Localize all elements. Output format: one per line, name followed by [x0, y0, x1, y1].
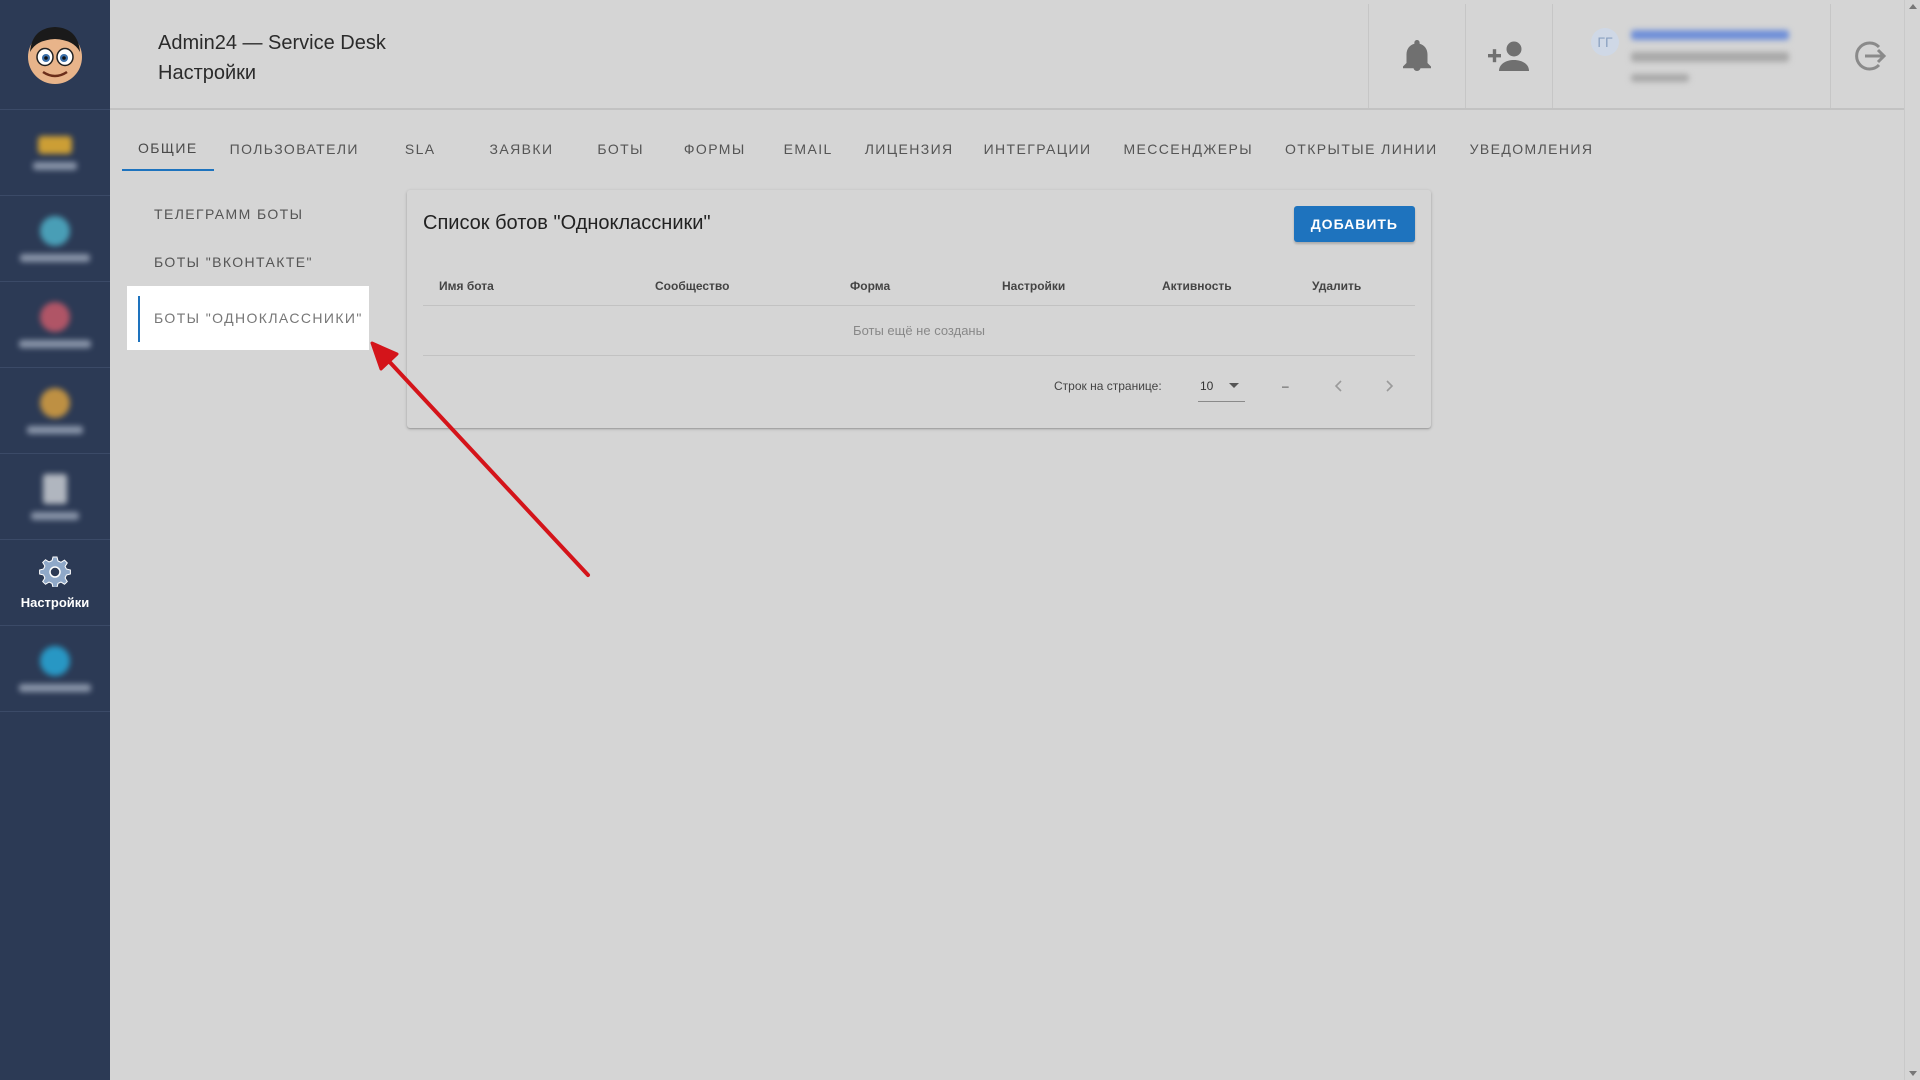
tab-notifications[interactable]: УВЕДОМЛЕНИЯ: [1454, 127, 1610, 171]
sidebar-item-7[interactable]: [0, 626, 110, 712]
logout-icon: [1854, 41, 1886, 71]
dropdown-caret-icon: [1229, 383, 1239, 388]
tab-general[interactable]: ОБЩИЕ: [122, 127, 214, 171]
column-header[interactable]: Удалить: [1312, 266, 1361, 306]
tab-users[interactable]: ПОЛЬЗОВАТЕЛИ: [214, 127, 375, 171]
tab-messengers[interactable]: МЕССЕНДЖЕРЫ: [1107, 127, 1269, 171]
page-title: Настройки: [158, 62, 257, 84]
sidebar-blurred-icon: [40, 215, 70, 246]
sidebar-item-label: Настройки: [20, 595, 90, 610]
user-role-blurred: [1631, 52, 1789, 62]
bots-subnav: ТЕЛЕГРАММ БОТЫ БОТЫ "ВКОНТАКТЕ" БОТЫ "ОД…: [127, 190, 369, 350]
sidebar-blurred-label: [31, 511, 79, 520]
avatar: ГГ: [1591, 28, 1619, 56]
tab-tickets[interactable]: ЗАЯВКИ: [466, 127, 578, 171]
sidebar-blurred-label: [20, 253, 90, 262]
sidebar-item-5[interactable]: [0, 454, 110, 540]
top-header: Admin24 — Service Desk Настройки ГГ: [110, 0, 1904, 110]
tab-integrations[interactable]: ИНТЕГРАЦИИ: [968, 127, 1108, 171]
column-header[interactable]: Активность: [1162, 266, 1232, 306]
card-title: Список ботов "Одноклассники": [423, 212, 711, 234]
next-page-button[interactable]: [1383, 356, 1395, 416]
scroll-up-arrow-icon[interactable]: [1909, 4, 1917, 9]
add-bot-button[interactable]: ДОБАВИТЬ: [1293, 206, 1415, 242]
tab-open-lines[interactable]: ОТКРЫТЫЕ ЛИНИИ: [1269, 127, 1454, 171]
notifications-button[interactable]: [1368, 4, 1465, 108]
subnav-vk-bots[interactable]: БОТЫ "ВКОНТАКТЕ": [127, 238, 369, 286]
tab-email[interactable]: EMAIL: [766, 127, 851, 171]
add-user-button[interactable]: [1465, 4, 1552, 108]
subnav-ok-bots[interactable]: БОТЫ "ОДНОКЛАССНИКИ": [127, 286, 369, 350]
tab-sla[interactable]: SLA: [375, 127, 466, 171]
column-header[interactable]: Настройки: [1002, 266, 1065, 306]
user-info-blurred: [1631, 30, 1789, 82]
sidebar-item-3[interactable]: [0, 282, 110, 368]
scroll-down-arrow-icon[interactable]: [1909, 1071, 1917, 1076]
left-sidebar: Настройки: [0, 0, 110, 1080]
page-range-text: –: [1282, 379, 1289, 393]
sidebar-blurred-icon: [40, 301, 70, 332]
sidebar-blurred-label: [33, 161, 77, 170]
page-scrollbar[interactable]: [1904, 0, 1920, 1080]
sidebar-blurred-icon: [43, 473, 67, 504]
sidebar-item-4[interactable]: [0, 368, 110, 454]
column-header[interactable]: Сообщество: [655, 266, 729, 306]
sidebar-item-1[interactable]: [0, 110, 110, 196]
user-profile[interactable]: ГГ: [1552, 4, 1830, 108]
sidebar-item-2[interactable]: [0, 196, 110, 282]
tab-bots[interactable]: БОТЫ: [577, 127, 663, 171]
column-header[interactable]: Имя бота: [439, 266, 494, 306]
sidebar-blurred-icon: [40, 645, 70, 676]
app-logo[interactable]: [0, 0, 110, 110]
sidebar-blurred-icon: [38, 135, 72, 154]
tab-forms[interactable]: ФОРМЫ: [664, 127, 766, 171]
rows-per-page-select[interactable]: 10: [1198, 370, 1245, 402]
bell-icon: [1403, 40, 1431, 71]
logout-button[interactable]: [1830, 4, 1904, 108]
sidebar-blurred-label: [19, 683, 91, 692]
mascot-face-icon: [28, 26, 82, 84]
prev-page-button[interactable]: [1333, 356, 1345, 416]
sidebar-item-settings[interactable]: Настройки: [0, 540, 110, 626]
settings-gear-icon: [39, 556, 71, 587]
user-id-blurred: [1631, 74, 1689, 82]
subnav-telegram-bots[interactable]: ТЕЛЕГРАММ БОТЫ: [127, 190, 369, 238]
bots-list-card: Список ботов "Одноклассники" ДОБАВИТЬ Им…: [407, 190, 1431, 428]
chevron-left-icon: [1334, 380, 1342, 392]
sidebar-blurred-label: [19, 339, 91, 348]
user-name-blurred[interactable]: [1631, 30, 1789, 40]
rows-per-page-label: Строк на странице:: [1054, 379, 1162, 393]
tab-license[interactable]: ЛИЦЕНЗИЯ: [851, 127, 968, 171]
table-header: Имя бота Сообщество Форма Настройки Акти…: [423, 266, 1415, 306]
header-titles: Admin24 — Service Desk Настройки: [158, 28, 386, 88]
sidebar-blurred-icon: [40, 387, 70, 418]
app-title: Admin24 — Service Desk: [158, 32, 386, 54]
settings-tabs: ОБЩИЕ ПОЛЬЗОВАТЕЛИ SLA ЗАЯВКИ БОТЫ ФОРМЫ…: [122, 127, 1609, 171]
rows-per-page-value: 10: [1200, 378, 1214, 393]
column-header[interactable]: Форма: [850, 266, 890, 306]
add-user-icon: [1488, 41, 1529, 71]
chevron-right-icon: [1386, 380, 1394, 392]
empty-table-message: Боты ещё не созданы: [423, 306, 1415, 356]
sidebar-blurred-label: [27, 425, 83, 434]
